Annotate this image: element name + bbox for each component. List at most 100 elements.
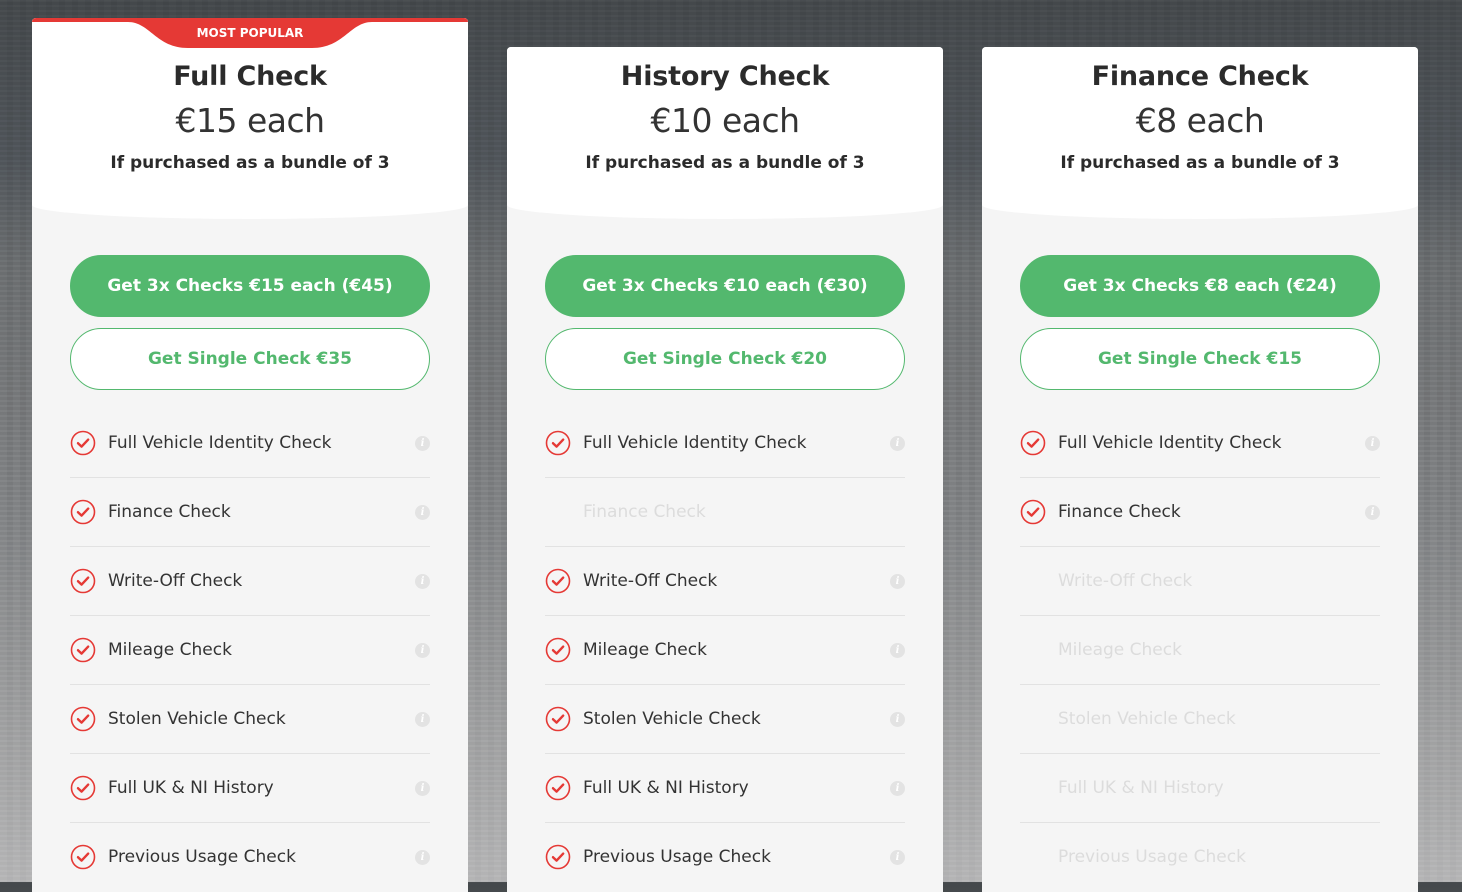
card-body: Get 3x Checks €8 each (€24) Get Single C… <box>982 219 1418 891</box>
buy-single-button[interactable]: Get Single Check €35 <box>70 328 430 390</box>
feature-item: Full UK & NI History i <box>545 754 905 823</box>
feature-label: Full UK & NI History <box>1058 778 1224 798</box>
feature-label: Full Vehicle Identity Check <box>1058 433 1282 453</box>
info-icon[interactable]: i <box>1365 435 1380 451</box>
card-note: If purchased as a bundle of 3 <box>110 153 390 173</box>
check-circle-icon <box>545 844 571 870</box>
info-icon[interactable]: i <box>890 711 905 727</box>
card-price: €15 each <box>175 101 325 140</box>
info-icon[interactable]: i <box>415 780 430 796</box>
feature-item: Finance Check i <box>1020 478 1380 547</box>
feature-label: Full UK & NI History <box>583 778 749 798</box>
buy-bundle-button[interactable]: Get 3x Checks €10 each (€30) <box>545 255 905 317</box>
feature-label: Previous Usage Check <box>1058 847 1246 867</box>
check-circle-icon <box>70 706 96 732</box>
check-circle-icon <box>1020 430 1046 456</box>
feature-list: Full Vehicle Identity Check i Finance Chec… <box>1020 409 1380 891</box>
check-circle-icon <box>70 775 96 801</box>
card-price: €10 each <box>650 101 800 140</box>
check-circle-icon <box>545 637 571 663</box>
feature-label: Mileage Check <box>1058 640 1182 660</box>
feature-item: Previous Usage Check i <box>545 823 905 891</box>
check-circle-icon <box>70 844 96 870</box>
feature-item: Stolen Vehicle Checki <box>1020 685 1380 754</box>
card-body: Get 3x Checks €15 each (€45) Get Single … <box>32 219 468 891</box>
card-header: MOST POPULAR Full Check €15 each If purc… <box>32 18 468 219</box>
buy-single-button[interactable]: Get Single Check €20 <box>545 328 905 390</box>
check-circle-icon <box>1020 499 1046 525</box>
feature-label: Finance Check <box>1058 502 1181 522</box>
feature-label: Previous Usage Check <box>108 847 296 867</box>
info-icon[interactable]: i <box>890 849 905 865</box>
info-icon[interactable]: i <box>415 435 430 451</box>
feature-label: Stolen Vehicle Check <box>583 709 761 729</box>
feature-item: Full UK & NI Historyi <box>1020 754 1380 823</box>
feature-list: Full Vehicle Identity Check i Finance Chec… <box>545 409 905 891</box>
feature-item: Previous Usage Checki <box>1020 823 1380 891</box>
card-header: History Check €10 each If purchased as a… <box>507 47 943 219</box>
buy-single-button[interactable]: Get Single Check €15 <box>1020 328 1380 390</box>
check-circle-icon <box>545 430 571 456</box>
feature-label: Full Vehicle Identity Check <box>583 433 807 453</box>
feature-label: Full UK & NI History <box>108 778 274 798</box>
feature-item: Full Vehicle Identity Check i <box>1020 409 1380 478</box>
card-header: Finance Check €8 each If purchased as a … <box>982 47 1418 219</box>
info-icon[interactable]: i <box>415 504 430 520</box>
feature-item: Previous Usage Check i <box>70 823 430 891</box>
feature-label: Mileage Check <box>108 640 232 660</box>
info-icon[interactable]: i <box>890 435 905 451</box>
most-popular-banner: MOST POPULAR <box>32 18 468 48</box>
feature-item: Mileage Check i <box>70 616 430 685</box>
check-circle-icon <box>70 430 96 456</box>
check-circle-icon <box>545 568 571 594</box>
feature-label: Mileage Check <box>583 640 707 660</box>
feature-item: Mileage Check i <box>545 616 905 685</box>
info-icon[interactable]: i <box>890 780 905 796</box>
buy-bundle-button[interactable]: Get 3x Checks €15 each (€45) <box>70 255 430 317</box>
info-icon[interactable]: i <box>415 849 430 865</box>
info-icon[interactable]: i <box>1365 504 1380 520</box>
check-circle-icon <box>70 637 96 663</box>
info-icon[interactable]: i <box>415 642 430 658</box>
feature-item: Write-Off Checki <box>1020 547 1380 616</box>
check-circle-icon <box>545 706 571 732</box>
pricing-card-history-check: History Check €10 each If purchased as a… <box>507 47 943 892</box>
feature-item: Mileage Checki <box>1020 616 1380 685</box>
feature-item: Write-Off Check i <box>545 547 905 616</box>
buy-bundle-button[interactable]: Get 3x Checks €8 each (€24) <box>1020 255 1380 317</box>
card-price: €8 each <box>1135 101 1265 140</box>
card-title: Finance Check <box>1091 61 1309 92</box>
feature-item: Full Vehicle Identity Check i <box>70 409 430 478</box>
feature-item: Finance Check i <box>70 478 430 547</box>
feature-item: Full UK & NI History i <box>70 754 430 823</box>
feature-label: Write-Off Check <box>108 571 243 591</box>
pricing-card-full-check: MOST POPULAR Full Check €15 each If purc… <box>32 18 468 892</box>
check-circle-icon <box>70 499 96 525</box>
feature-item: Finance Checki <box>545 478 905 547</box>
info-icon[interactable]: i <box>415 711 430 727</box>
info-icon[interactable]: i <box>890 642 905 658</box>
feature-label: Stolen Vehicle Check <box>1058 709 1236 729</box>
feature-label: Stolen Vehicle Check <box>108 709 286 729</box>
feature-item: Stolen Vehicle Check i <box>70 685 430 754</box>
feature-label: Full Vehicle Identity Check <box>108 433 332 453</box>
info-icon[interactable]: i <box>890 573 905 589</box>
card-title: History Check <box>620 61 830 92</box>
info-icon[interactable]: i <box>415 573 430 589</box>
check-circle-icon <box>70 568 96 594</box>
pricing-card-finance-check: Finance Check €8 each If purchased as a … <box>982 47 1418 892</box>
feature-label: Finance Check <box>108 502 231 522</box>
card-body: Get 3x Checks €10 each (€30) Get Single … <box>507 219 943 891</box>
card-note: If purchased as a bundle of 3 <box>1060 153 1340 173</box>
feature-label: Finance Check <box>583 502 706 522</box>
feature-item: Write-Off Check i <box>70 547 430 616</box>
feature-list: Full Vehicle Identity Check i Finance Chec… <box>70 409 430 891</box>
feature-label: Write-Off Check <box>583 571 718 591</box>
feature-item: Full Vehicle Identity Check i <box>545 409 905 478</box>
feature-label: Previous Usage Check <box>583 847 771 867</box>
feature-item: Stolen Vehicle Check i <box>545 685 905 754</box>
card-note: If purchased as a bundle of 3 <box>585 153 865 173</box>
most-popular-label: MOST POPULAR <box>196 26 304 40</box>
check-circle-icon <box>545 775 571 801</box>
feature-label: Write-Off Check <box>1058 571 1193 591</box>
